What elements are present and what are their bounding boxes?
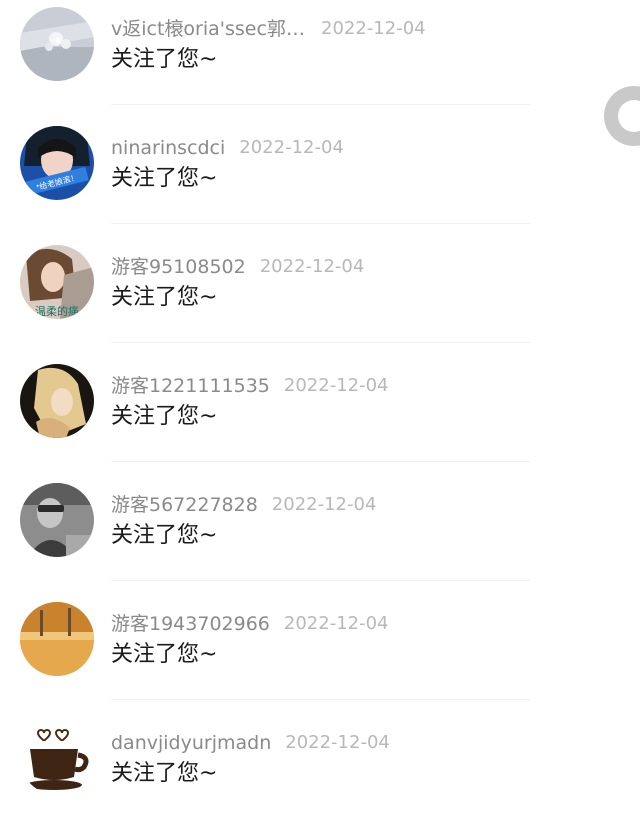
message-text: 关注了您~ [111, 404, 218, 429]
message-text: 关注了您~ [111, 285, 218, 310]
girl-portrait-avatar-icon[interactable]: 温柔的痛 [20, 245, 94, 319]
item-meta: 游客95108502 2022-12-04 [111, 254, 364, 280]
message-text: 关注了您~ [111, 523, 218, 548]
list-item[interactable]: 游客1943702966 2022-12-04 关注了您~ [0, 595, 640, 714]
item-meta: danvjidyurjmadn 2022-12-04 [111, 730, 390, 756]
avatar-image [20, 7, 94, 81]
blue-girl-avatar-icon[interactable]: *给老娘滚！ [20, 126, 94, 200]
message-text: 关注了您~ [111, 761, 218, 786]
divider [111, 699, 530, 700]
message-text: 关注了您~ [111, 166, 218, 191]
avatar-image: *给老娘滚！ [20, 126, 94, 200]
username[interactable]: ninarinscdci [111, 135, 225, 161]
username[interactable]: v返ict榱oria'ssec郭r... [111, 16, 307, 42]
username[interactable]: 游客567227828 [111, 492, 258, 518]
blonde-woman-avatar-icon[interactable] [20, 364, 94, 438]
avatar-image [20, 721, 94, 795]
username[interactable]: 游客95108502 [111, 254, 246, 280]
item-meta: v返ict榱oria'ssec郭r... 2022-12-04 [111, 16, 426, 42]
item-meta: ninarinscdci 2022-12-04 [111, 135, 344, 161]
divider [111, 342, 530, 343]
list-item[interactable]: 游客567227828 2022-12-04 关注了您~ [0, 476, 640, 595]
list-item[interactable]: danvjidyurjmadn 2022-12-04 关注了您~ [0, 714, 640, 833]
divider [111, 580, 530, 581]
item-meta: 游客1221111535 2022-12-04 [111, 373, 389, 399]
date-label: 2022-12-04 [239, 137, 344, 158]
list-item[interactable]: v返ict榱oria'ssec郭r... 2022-12-04 关注了您~ [0, 0, 640, 119]
autumn-leaves-avatar-icon[interactable] [20, 602, 94, 676]
username[interactable]: danvjidyurjmadn [111, 730, 271, 756]
list-item[interactable]: *给老娘滚！ ninarinscdci 2022-12-04 关注了您~ [0, 119, 640, 238]
divider [111, 223, 530, 224]
date-label: 2022-12-04 [285, 732, 390, 753]
avatar-caption: 温柔的痛 [35, 304, 79, 318]
avatar-image [20, 483, 94, 557]
notification-list: v返ict榱oria'ssec郭r... 2022-12-04 关注了您~ *给老… [0, 0, 640, 814]
date-label: 2022-12-04 [321, 18, 426, 39]
date-label: 2022-12-04 [283, 613, 389, 634]
avatar-image: 温柔的痛 [20, 245, 94, 319]
date-label: 2022-12-04 [283, 375, 389, 396]
username[interactable]: 游客1943702966 [111, 611, 270, 637]
divider [111, 104, 530, 105]
date-label: 2022-12-04 [259, 256, 365, 277]
item-meta: 游客567227828 2022-12-04 [111, 492, 376, 518]
list-item[interactable]: 温柔的痛 游客95108502 2022-12-04 关注了您~ [0, 238, 640, 357]
coffee-cup-avatar-icon[interactable] [20, 721, 94, 795]
message-text: 关注了您~ [111, 642, 218, 667]
date-label: 2022-12-04 [271, 494, 377, 515]
username[interactable]: 游客1221111535 [111, 373, 270, 399]
item-meta: 游客1943702966 2022-12-04 [111, 611, 389, 637]
list-item[interactable]: 游客1221111535 2022-12-04 关注了您~ [0, 357, 640, 476]
divider [111, 461, 530, 462]
avatar-image [20, 602, 94, 676]
message-text: 关注了您~ [111, 47, 218, 72]
monochrome-man-avatar-icon[interactable] [20, 483, 94, 557]
silver-jewelry-avatar-icon[interactable] [20, 7, 94, 81]
avatar-image [20, 364, 94, 438]
